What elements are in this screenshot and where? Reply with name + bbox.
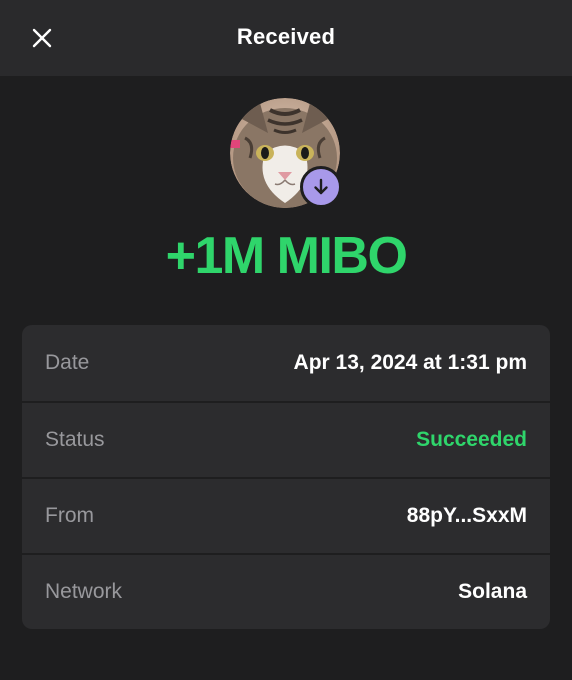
detail-row-status: Status Succeeded <box>22 401 550 477</box>
detail-row-date: Date Apr 13, 2024 at 1:31 pm <box>22 325 550 401</box>
detail-row-from[interactable]: From 88pY...SxxM <box>22 477 550 553</box>
detail-label: From <box>45 504 94 527</box>
token-avatar-group <box>230 98 342 210</box>
header-bar: Received <box>0 0 572 76</box>
detail-value-date: Apr 13, 2024 at 1:31 pm <box>293 351 527 374</box>
detail-label: Status <box>45 428 105 451</box>
detail-label: Date <box>45 351 90 374</box>
detail-row-network: Network Solana <box>22 553 550 629</box>
received-badge <box>300 166 342 208</box>
status-badge: Succeeded <box>416 428 527 451</box>
arrow-down-icon <box>314 178 328 195</box>
received-screen: Received +1M MIBO Date Apr 13, 2024 at 1… <box>0 0 572 680</box>
network-value: Solana <box>458 580 527 603</box>
page-title: Received <box>236 24 336 49</box>
detail-label: Network <box>45 580 123 603</box>
transaction-details-card: Date Apr 13, 2024 at 1:31 pm Status Succ… <box>22 325 550 629</box>
received-amount: +1M MIBO <box>165 227 408 285</box>
sender-address[interactable]: 88pY...SxxM <box>407 504 527 528</box>
